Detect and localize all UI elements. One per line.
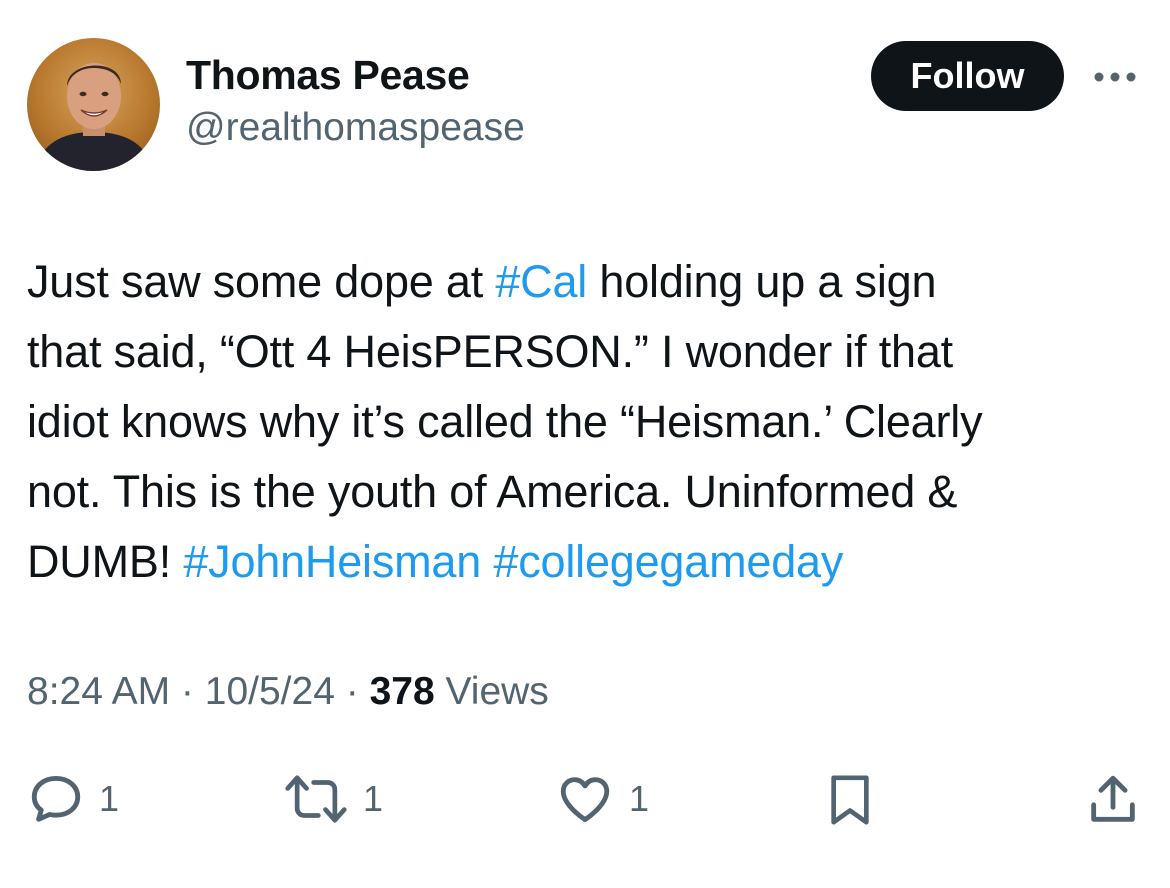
action-bar: 1 1 1 [0,760,1170,840]
bookmark-button[interactable] [822,770,878,830]
tweet-time[interactable]: 8:24 AM [27,670,170,713]
tweet: Thomas Pease @realthomaspease Follow Jus… [0,0,1170,888]
tweet-text-segment: not. This is the youth of America. Uninf… [27,466,958,517]
more-horizontal-icon [1094,72,1136,82]
hashtag-link[interactable]: #JohnHeisman [183,536,481,587]
author-name[interactable]: Thomas Pease [186,52,470,99]
views-label: Views [434,670,549,713]
reply-count: 1 [99,778,120,819]
retweet-icon [285,775,347,823]
tweet-text-segment [481,536,493,587]
reply-icon [31,776,81,822]
like-button[interactable]: 1 [555,770,649,828]
views-count: 378 [369,670,435,713]
meta-separator: · [334,670,370,713]
share-button[interactable] [1084,770,1142,830]
bookmark-icon [831,775,869,825]
avatar[interactable] [27,38,160,171]
tweet-line: Just saw some dope at #Cal holding up a … [27,247,1152,317]
hashtag-link[interactable]: #collegegameday [493,536,843,587]
tweet-text-segment: DUMB! [27,536,184,587]
like-count: 1 [629,778,650,819]
tweet-line: DUMB! #JohnHeisman #collegegameday [27,527,1152,597]
tweet-text-segment: that said, “Ott 4 HeisPERSON.” I wonder … [27,326,953,377]
heart-icon [560,777,610,822]
tweet-meta: 8:24 AM · 10/5/24 · 378 Views [27,670,549,714]
follow-button[interactable]: Follow [871,41,1064,111]
tweet-date[interactable]: 10/5/24 [205,670,335,713]
author-handle[interactable]: @realthomaspease [186,106,525,150]
more-options-button[interactable] [1090,62,1140,92]
tweet-line: not. This is the youth of America. Uninf… [27,457,1152,527]
retweet-count: 1 [363,778,384,819]
tweet-line: that said, “Ott 4 HeisPERSON.” I wonder … [27,317,1152,387]
meta-separator: · [170,670,205,713]
tweet-text-segment: idiot knows why it’s called the “Heisman… [27,396,983,447]
hashtag-link[interactable]: #Cal [495,256,587,307]
tweet-text-segment: holding up a sign [587,256,937,307]
share-icon [1091,775,1135,822]
retweet-button[interactable]: 1 [283,770,383,828]
reply-button[interactable]: 1 [27,770,119,828]
tweet-line: idiot knows why it’s called the “Heisman… [27,387,1152,457]
tweet-text: Just saw some dope at #Cal holding up a … [27,247,1152,597]
tweet-text-segment: Just saw some dope at [27,256,496,307]
